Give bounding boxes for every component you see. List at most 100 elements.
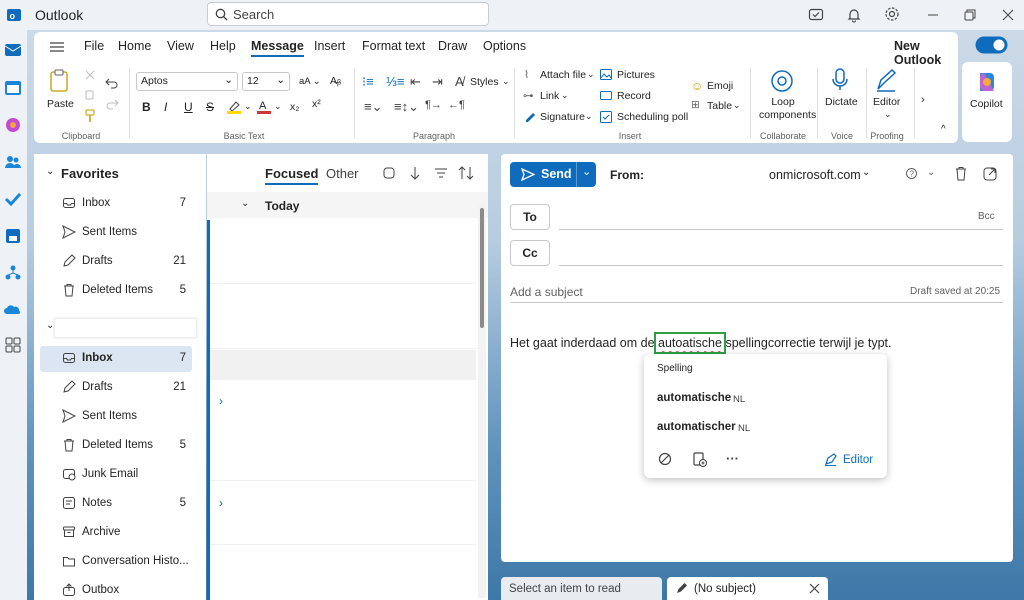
todo-app-icon[interactable] <box>4 190 22 208</box>
highlight-icon[interactable] <box>226 100 242 114</box>
misspelled-word[interactable]: autoatische <box>654 332 726 354</box>
strikethrough-icon[interactable]: S <box>206 100 214 114</box>
folder-item[interactable]: Inbox 7 <box>40 191 192 217</box>
ltr-icon[interactable]: ¶→ <box>425 99 442 111</box>
font-size-dropdown[interactable]: 12 ⌄ <box>242 72 290 91</box>
from-account[interactable]: onmicrosoft.com <box>769 168 861 182</box>
folder-item[interactable]: Sent Items <box>40 220 192 246</box>
add-to-dictionary-icon[interactable] <box>692 452 707 467</box>
list-item[interactable] <box>210 220 476 284</box>
table-label[interactable]: Table <box>707 100 732 112</box>
folder-item[interactable]: Sent Items <box>40 404 192 430</box>
send-button[interactable]: Send ⌄ <box>510 162 596 187</box>
minimize-icon[interactable] <box>926 8 940 22</box>
draft-tab[interactable]: (No subject) <box>667 577 828 600</box>
redo-icon[interactable] <box>105 98 119 110</box>
account-name-redacted[interactable] <box>54 318 197 338</box>
onedrive-app-icon[interactable] <box>4 301 22 319</box>
folder-item[interactable]: Junk Email <box>40 462 192 488</box>
chevron-down-icon[interactable]: ⌄ <box>884 109 892 120</box>
feedback-icon[interactable] <box>808 7 824 23</box>
chevron-down-icon[interactable]: ⌄ <box>585 111 593 122</box>
attach-file-label[interactable]: Attach file <box>540 69 586 81</box>
menu-message[interactable]: Message <box>251 39 304 57</box>
folder-item[interactable]: Deleted Items 5 <box>40 278 192 304</box>
chevron-down-icon[interactable]: ⌄ <box>274 101 282 112</box>
search-input[interactable]: Search <box>207 2 489 26</box>
chevron-right-icon[interactable]: › <box>219 496 223 510</box>
chevron-down-icon[interactable]: ⌄ <box>587 69 595 80</box>
menu-format-text[interactable]: Format text <box>362 39 425 53</box>
format-painter-icon[interactable] <box>84 109 96 123</box>
list-item[interactable] <box>210 285 476 349</box>
chevron-down-icon[interactable]: ⌄ <box>561 90 569 101</box>
gear-icon[interactable] <box>884 6 900 22</box>
popout-icon[interactable] <box>983 166 998 181</box>
scheduling-poll-label[interactable]: Scheduling poll <box>617 111 688 123</box>
rtl-icon[interactable]: ←¶ <box>448 99 465 111</box>
increase-indent-icon[interactable]: ⇥ <box>432 74 443 90</box>
loop-icon[interactable] <box>769 68 795 94</box>
paste-label[interactable]: Paste <box>47 98 74 110</box>
close-icon[interactable] <box>1001 8 1015 22</box>
scrollbar-thumb[interactable] <box>480 208 484 328</box>
emoji-icon[interactable]: ☺ <box>691 79 703 93</box>
signature-label[interactable]: Signature <box>540 111 585 123</box>
jump-down-icon[interactable] <box>408 166 422 180</box>
font-color-icon[interactable]: A <box>256 99 272 114</box>
folder-item[interactable]: Deleted Items 5 <box>40 433 192 459</box>
menu-insert[interactable]: Insert <box>314 39 345 53</box>
chevron-down-icon[interactable]: ⌄ <box>733 100 741 111</box>
group-header[interactable]: ⌄ Today <box>207 192 488 218</box>
subject-field[interactable]: Add a subject <box>510 285 583 299</box>
subscript-icon[interactable]: x₂ <box>290 101 299 113</box>
editor-label[interactable]: Editor <box>873 96 900 108</box>
copy-icon[interactable] <box>84 89 96 101</box>
suggestion-item[interactable]: automatische NL <box>644 384 887 412</box>
chevron-right-icon[interactable]: › <box>921 94 925 106</box>
mail-app-icon[interactable] <box>4 41 22 59</box>
sort-icon[interactable] <box>458 165 474 181</box>
menu-file[interactable]: File <box>84 39 104 53</box>
sensitivity-icon[interactable]: ? <box>905 167 918 180</box>
link-label[interactable]: Link <box>540 90 559 102</box>
more-options-icon[interactable]: ··· <box>726 451 739 466</box>
chevron-down-icon[interactable]: ⌄ <box>46 166 54 177</box>
folder-item[interactable]: Conversation Histo... <box>40 549 192 575</box>
editor-pen-icon[interactable] <box>824 453 837 466</box>
trash-icon[interactable] <box>954 166 968 181</box>
chevron-down-icon[interactable]: ⌄ <box>502 76 510 87</box>
chevron-right-icon[interactable]: › <box>219 394 223 408</box>
to-button[interactable]: To <box>510 204 550 230</box>
numbering-icon[interactable]: ⅓≡ <box>386 74 404 89</box>
pictures-label[interactable]: Pictures <box>617 69 655 81</box>
ignore-icon[interactable] <box>658 452 672 466</box>
paperclip-icon[interactable]: ⌇ <box>524 69 529 81</box>
menu-view[interactable]: View <box>167 39 194 53</box>
microphone-icon[interactable] <box>832 68 848 92</box>
signature-icon[interactable] <box>524 110 536 122</box>
bullets-icon[interactable]: ⁝≡ <box>362 74 374 90</box>
favorites-header[interactable]: Favorites <box>61 166 119 181</box>
folder-item[interactable]: Notes 5 <box>40 491 192 517</box>
bold-icon[interactable]: B <box>142 100 151 114</box>
files-app-icon[interactable] <box>4 227 22 245</box>
bell-icon[interactable] <box>846 7 862 23</box>
select-icon[interactable] <box>382 166 396 180</box>
folder-item[interactable]: Outbox <box>40 578 192 600</box>
scrollbar[interactable] <box>478 204 486 598</box>
filter-icon[interactable] <box>434 166 448 180</box>
cut-icon[interactable] <box>84 69 96 81</box>
bcc-link[interactable]: Bcc <box>978 211 995 222</box>
message-body[interactable]: Het gaat inderdaad om de autoatische spe… <box>510 332 891 354</box>
suggestion-item[interactable]: automatischer NL <box>644 413 887 441</box>
menu-options[interactable]: Options <box>483 39 526 53</box>
folder-item[interactable]: Drafts 21 <box>40 249 192 275</box>
list-item[interactable] <box>210 350 476 380</box>
loop-components-label[interactable]: Loop components <box>759 96 816 122</box>
menu-help[interactable]: Help <box>210 39 236 53</box>
clear-format-icon[interactable]: A̶ᵦ <box>330 75 341 87</box>
editor-link[interactable]: Editor <box>843 454 873 466</box>
chevron-down-icon[interactable]: ⌄ <box>862 167 870 178</box>
restore-icon[interactable] <box>963 8 977 22</box>
